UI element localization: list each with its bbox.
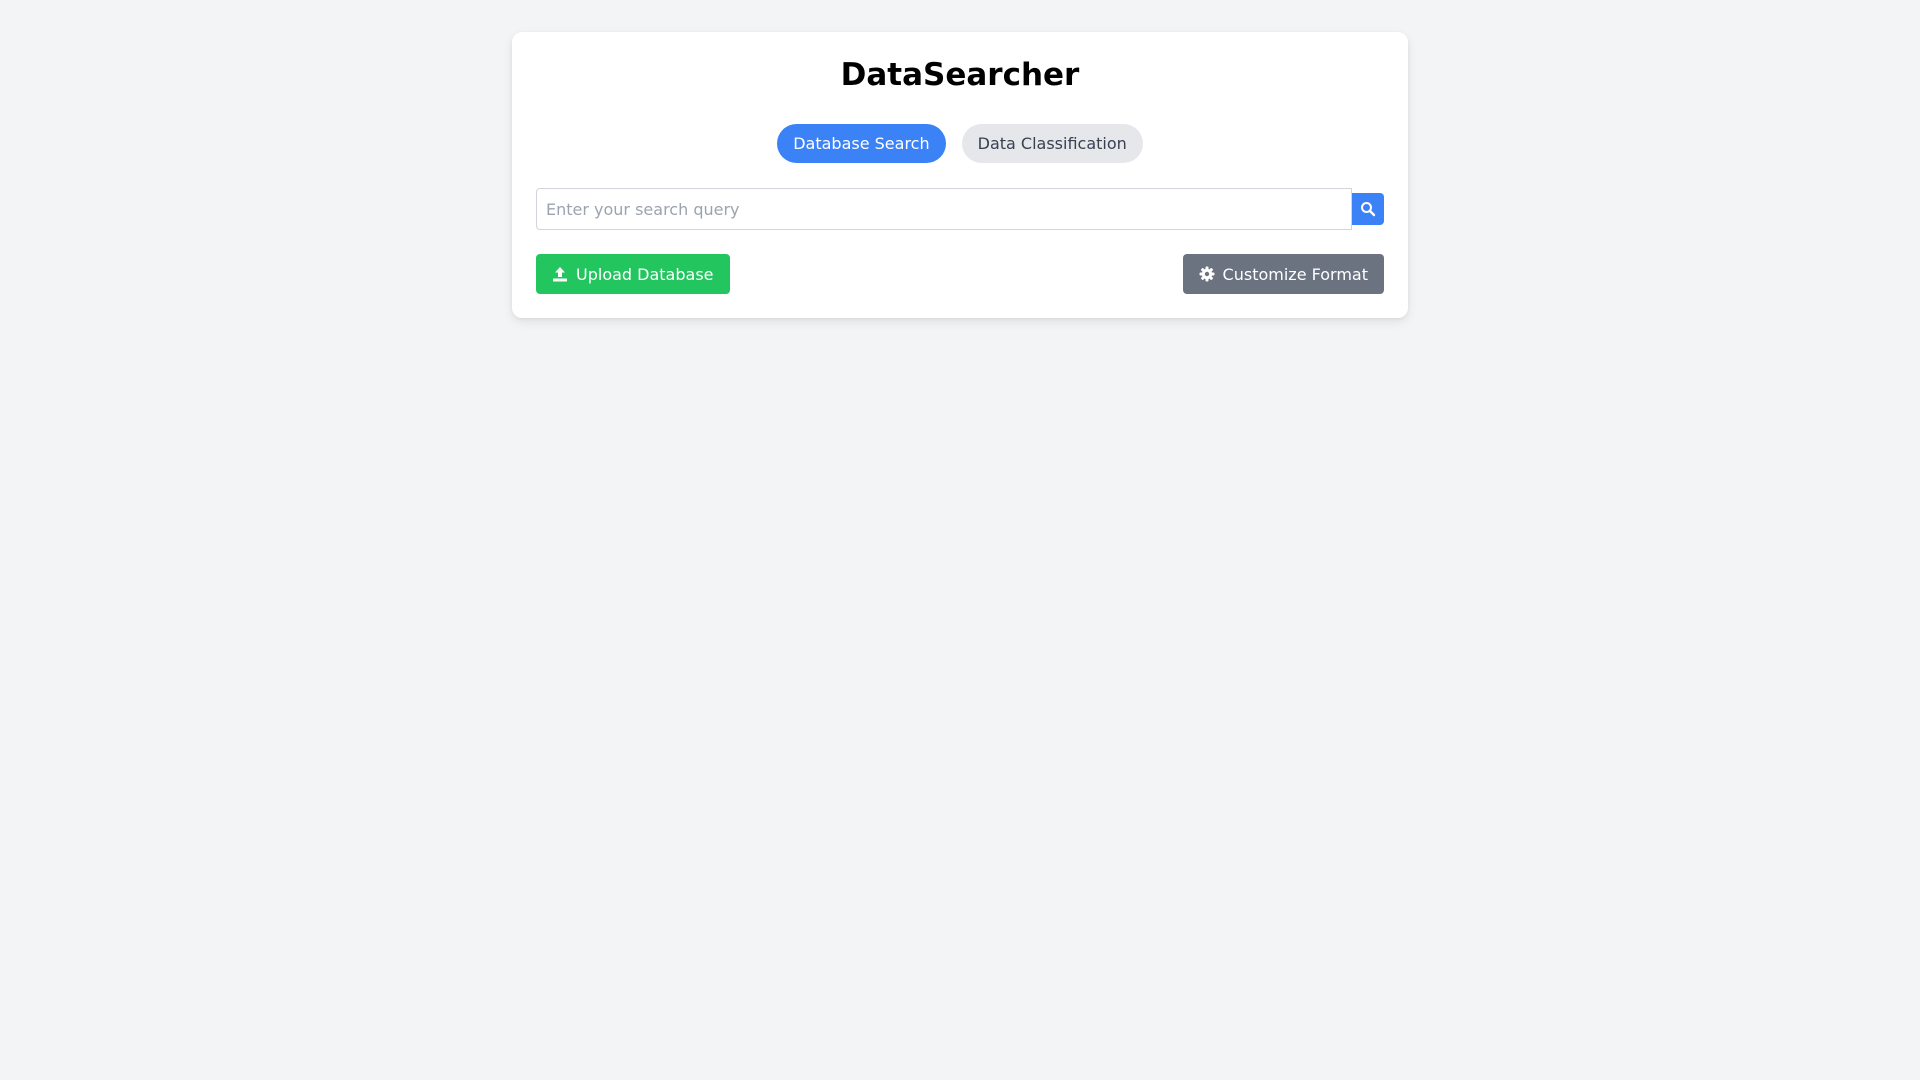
tab-database-search[interactable]: Database Search — [777, 124, 946, 163]
search-bar — [536, 188, 1384, 230]
customize-format-label: Customize Format — [1222, 264, 1368, 284]
gear-icon — [1199, 266, 1215, 282]
action-row: Upload Database Customize Format — [536, 254, 1384, 294]
main-card: DataSearcher Database Search Data Classi… — [512, 32, 1408, 318]
search-input[interactable] — [536, 188, 1352, 230]
app-title: DataSearcher — [840, 57, 1080, 93]
upload-database-label: Upload Database — [576, 264, 714, 284]
customize-format-button[interactable]: Customize Format — [1182, 254, 1384, 294]
upload-database-button[interactable]: Upload Database — [536, 254, 730, 294]
tab-bar: Database Search Data Classification — [512, 124, 1408, 163]
search-button[interactable] — [1352, 193, 1384, 225]
tab-data-classification[interactable]: Data Classification — [961, 124, 1143, 163]
upload-icon — [552, 266, 568, 282]
search-icon — [1360, 201, 1376, 217]
